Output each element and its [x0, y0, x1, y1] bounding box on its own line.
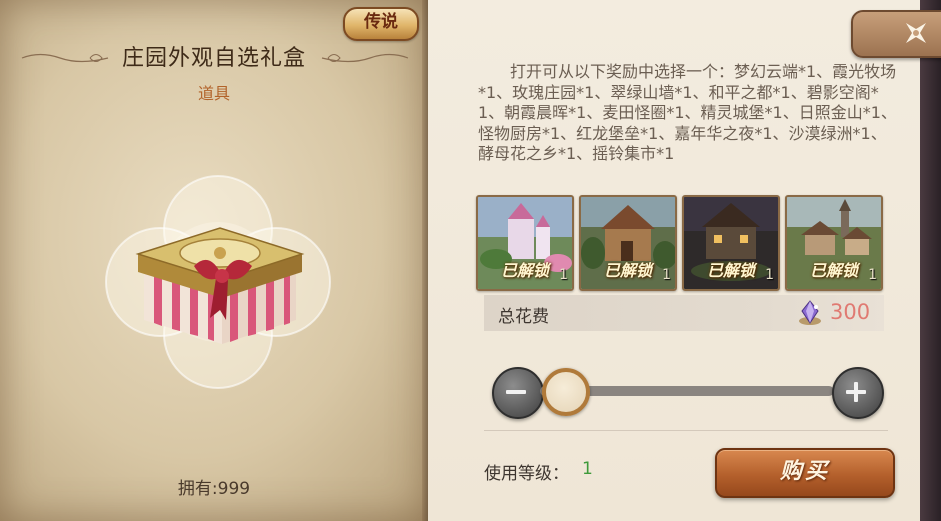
use-level-value: 1 — [582, 459, 593, 479]
increase-quantity-button[interactable] — [832, 367, 884, 419]
use-level-label: 使用等级： — [484, 464, 569, 484]
rarity-badge: 传说 — [343, 7, 419, 41]
minus-icon — [506, 390, 526, 394]
divider — [484, 430, 888, 431]
unlocked-label: 已解锁 — [706, 261, 755, 280]
reward-thumbnail[interactable]: 已解锁 1 — [579, 195, 677, 291]
reward-quantity: 1 — [662, 267, 671, 283]
gift-box-icon — [135, 227, 305, 344]
owned-count: 拥有:999 — [177, 479, 251, 499]
close-icon[interactable] — [902, 19, 930, 47]
window-edge — [920, 0, 941, 521]
quantity-slider-handle[interactable] — [542, 368, 590, 416]
unlocked-label: 已解锁 — [809, 261, 858, 280]
reward-quantity: 1 — [868, 267, 877, 283]
total-cost-label: 总花费 — [498, 307, 549, 327]
reward-quantity: 1 — [559, 267, 568, 283]
reward-thumbnail[interactable]: 已解锁 1 — [476, 195, 574, 291]
reward-description: 打开可从以下奖励中选择一个：梦幻云端*1、霞光牧场*1、玫瑰庄园*1、翠绿山墙*… — [478, 62, 897, 163]
title-flourish-right — [321, 53, 409, 63]
item-type: 道具 — [197, 84, 230, 103]
reward-quantity: 1 — [765, 267, 774, 283]
plus-icon — [846, 382, 866, 402]
total-cost-value: 300 — [830, 300, 871, 324]
decrease-quantity-button[interactable] — [492, 367, 544, 419]
reward-thumbnail-list: 已解锁 1 已解锁 1 已解锁 1 已解锁 1 — [476, 195, 883, 291]
reward-thumbnail[interactable]: 已解锁 1 — [785, 195, 883, 291]
total-cost-row: 总花费 300 — [484, 295, 884, 331]
reward-thumbnail[interactable]: 已解锁 1 — [682, 195, 780, 291]
buy-button[interactable]: 购买 — [715, 448, 895, 498]
crystal-currency-icon — [799, 300, 821, 325]
unlocked-label: 已解锁 — [500, 261, 549, 280]
unlocked-label: 已解锁 — [603, 261, 652, 280]
